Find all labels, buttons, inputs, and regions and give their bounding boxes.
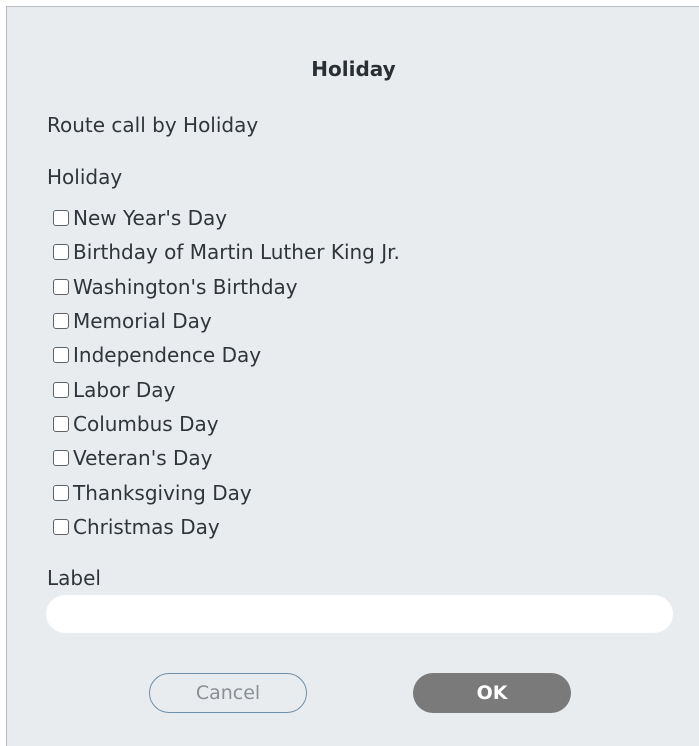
- holiday-option[interactable]: Labor Day: [53, 372, 400, 406]
- holiday-option-label: Columbus Day: [73, 411, 219, 436]
- holiday-option[interactable]: Washington's Birthday: [53, 270, 400, 304]
- holiday-option[interactable]: Independence Day: [53, 338, 400, 372]
- holiday-option-label: Washington's Birthday: [73, 274, 298, 299]
- holiday-checkbox[interactable]: [53, 450, 69, 467]
- holiday-checkbox[interactable]: [53, 313, 69, 330]
- holiday-checkbox-list: New Year's Day Birthday of Martin Luther…: [53, 201, 400, 544]
- holiday-checkbox[interactable]: [53, 518, 69, 535]
- dialog-subtitle: Route call by Holiday: [47, 113, 259, 137]
- holiday-option-label: New Year's Day: [73, 206, 228, 231]
- holiday-dialog: Holiday Route call by Holiday Holiday Ne…: [6, 6, 699, 746]
- holiday-option[interactable]: Columbus Day: [53, 407, 400, 441]
- holiday-checkbox[interactable]: [53, 278, 69, 295]
- holiday-checkbox[interactable]: [53, 244, 69, 261]
- holiday-option-label: Christmas Day: [73, 514, 220, 539]
- cancel-button[interactable]: Cancel: [149, 673, 307, 713]
- holiday-option[interactable]: New Year's Day: [53, 201, 400, 235]
- holiday-option-label: Independence Day: [73, 343, 262, 368]
- label-input[interactable]: [46, 595, 673, 633]
- holiday-checkbox[interactable]: [53, 415, 69, 432]
- holiday-checkbox[interactable]: [53, 347, 69, 364]
- holiday-option[interactable]: Veteran's Day: [53, 441, 400, 475]
- holiday-option[interactable]: Birthday of Martin Luther King Jr.: [53, 235, 400, 269]
- ok-button[interactable]: OK: [413, 673, 571, 713]
- holiday-checkbox[interactable]: [53, 381, 69, 398]
- holiday-option-label: Memorial Day: [73, 309, 212, 334]
- holiday-option[interactable]: Memorial Day: [53, 304, 400, 338]
- holiday-checkbox[interactable]: [53, 484, 69, 501]
- holiday-option-label: Thanksgiving Day: [73, 480, 252, 505]
- holiday-option-label: Labor Day: [73, 377, 176, 402]
- holiday-option[interactable]: Thanksgiving Day: [53, 475, 400, 509]
- holiday-option-label: Veteran's Day: [73, 446, 213, 471]
- dialog-title: Holiday: [311, 57, 396, 81]
- holiday-section-label: Holiday: [47, 165, 123, 189]
- label-field-caption: Label: [47, 566, 101, 590]
- holiday-option-label: Birthday of Martin Luther King Jr.: [73, 240, 400, 265]
- holiday-option[interactable]: Christmas Day: [53, 510, 400, 544]
- holiday-checkbox[interactable]: [53, 210, 69, 227]
